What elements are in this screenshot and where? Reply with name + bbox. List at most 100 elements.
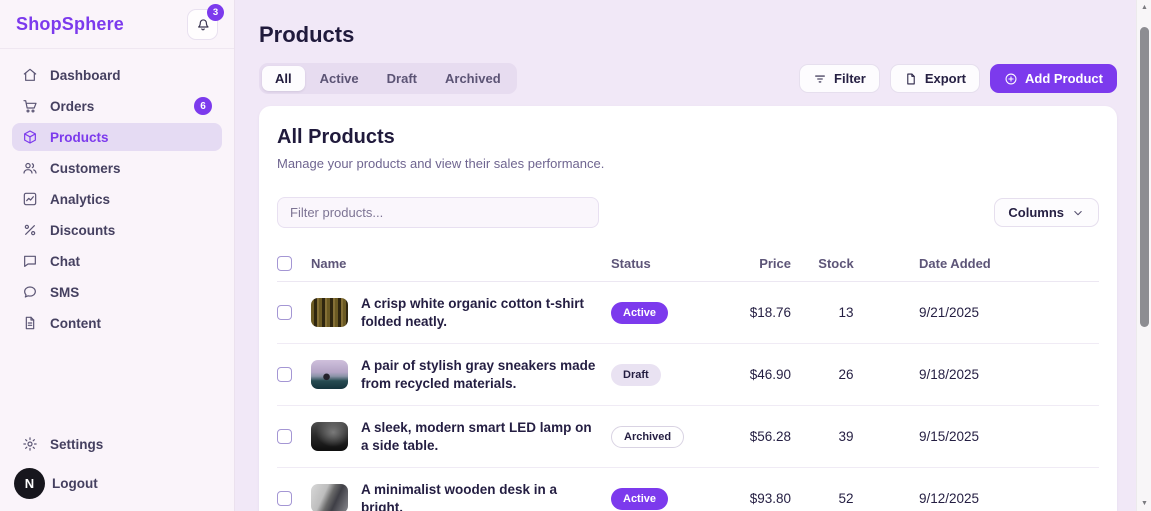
status-cell: Active xyxy=(611,488,721,510)
row-checkbox[interactable] xyxy=(277,305,292,320)
stock-cell: 26 xyxy=(801,367,891,382)
products-card: All Products Manage your products and vi… xyxy=(259,106,1117,511)
ellipsis-icon xyxy=(1075,491,1091,507)
sidebar-item-logout[interactable]: N Logout xyxy=(12,467,222,499)
add-product-button-label: Add Product xyxy=(1025,71,1103,86)
scrollbar-up-arrow[interactable]: ▲ xyxy=(1137,4,1151,11)
sms-bubble-icon xyxy=(22,284,38,300)
app: ShopSphere 3 Dashboard Orders 6 Products xyxy=(0,0,1151,511)
percent-icon xyxy=(22,222,38,238)
stock-cell: 52 xyxy=(801,491,891,506)
tab-archived[interactable]: Archived xyxy=(432,66,514,91)
column-header-price: Price xyxy=(721,256,801,271)
status-tabs: All Active Draft Archived xyxy=(259,63,517,94)
notification-bell-button[interactable]: 3 xyxy=(187,9,218,40)
filter-products-input[interactable] xyxy=(277,197,599,228)
columns-dropdown-button[interactable]: Columns xyxy=(994,198,1099,227)
plus-circle-icon xyxy=(1004,72,1018,86)
row-actions-button[interactable] xyxy=(1071,363,1095,387)
actions-cell xyxy=(1066,487,1099,511)
actions-cell xyxy=(1066,425,1099,449)
sort-icon[interactable] xyxy=(861,257,874,270)
gear-icon xyxy=(22,436,38,452)
card-toolbar: Columns xyxy=(277,197,1099,228)
product-name: A sleek, modern smart LED lamp on a side… xyxy=(361,419,611,454)
toolbar-actions: Filter Export Add Product xyxy=(799,64,1117,93)
price-cell: $56.28 xyxy=(721,429,801,444)
stock-cell: 39 xyxy=(801,429,891,444)
sidebar-item-customers[interactable]: Customers xyxy=(12,154,222,182)
sidebar-item-dashboard[interactable]: Dashboard xyxy=(12,61,222,89)
filter-button[interactable]: Filter xyxy=(799,64,880,93)
sidebar-item-label: Chat xyxy=(50,254,80,269)
sidebar-item-label: Dashboard xyxy=(50,68,121,83)
sidebar-item-discounts[interactable]: Discounts xyxy=(12,216,222,244)
bell-icon xyxy=(195,16,211,32)
actions-cell xyxy=(1066,301,1099,325)
date-added-cell: 9/21/2025 xyxy=(891,305,1066,320)
sidebar-item-analytics[interactable]: Analytics xyxy=(12,185,222,213)
users-icon xyxy=(22,160,38,176)
column-header-stock[interactable]: Stock xyxy=(801,256,891,271)
table-row: A crisp white organic cotton t-shirt fol… xyxy=(277,282,1099,344)
sidebar-item-chat[interactable]: Chat xyxy=(12,247,222,275)
file-icon xyxy=(904,72,918,86)
status-cell: Active xyxy=(611,302,721,324)
products-table: Name Status Price Stock Date Added xyxy=(277,246,1099,511)
sidebar-item-content[interactable]: Content xyxy=(12,309,222,337)
ellipsis-icon xyxy=(1075,429,1091,445)
sidebar-item-sms[interactable]: SMS xyxy=(12,278,222,306)
product-thumbnail xyxy=(311,422,348,451)
date-added-cell: 9/15/2025 xyxy=(891,429,1066,444)
scrollbar-thumb[interactable] xyxy=(1140,27,1149,327)
column-header-date-added[interactable]: Date Added xyxy=(891,256,1066,271)
tab-active[interactable]: Active xyxy=(307,66,372,91)
app-logo: ShopSphere xyxy=(16,14,124,35)
vertical-scrollbar[interactable]: ▲ ▼ xyxy=(1136,0,1151,511)
sidebar-footer: Settings N Logout xyxy=(12,430,222,499)
status-badge: Archived xyxy=(611,426,684,448)
price-cell: $18.76 xyxy=(721,305,801,320)
sidebar: ShopSphere 3 Dashboard Orders 6 Products xyxy=(0,0,235,511)
sidebar-item-orders[interactable]: Orders 6 xyxy=(12,92,222,120)
sidebar-item-settings[interactable]: Settings xyxy=(12,430,222,458)
cart-icon xyxy=(22,98,38,114)
select-all-checkbox[interactable] xyxy=(277,256,292,271)
export-button[interactable]: Export xyxy=(890,64,980,93)
document-icon xyxy=(22,315,38,331)
home-icon xyxy=(22,67,38,83)
user-avatar[interactable]: N xyxy=(14,468,45,499)
box-icon xyxy=(22,129,38,145)
logout-label: Logout xyxy=(52,476,98,491)
column-header-status: Status xyxy=(611,256,721,271)
row-actions-button[interactable] xyxy=(1071,301,1095,325)
filter-button-label: Filter xyxy=(834,71,866,86)
add-product-button[interactable]: Add Product xyxy=(990,64,1117,93)
row-checkbox[interactable] xyxy=(277,429,292,444)
tab-all[interactable]: All xyxy=(262,66,305,91)
row-checkbox[interactable] xyxy=(277,367,292,382)
chevron-down-icon xyxy=(1071,206,1085,220)
notification-count-badge: 3 xyxy=(207,4,224,21)
export-button-label: Export xyxy=(925,71,966,86)
row-actions-button[interactable] xyxy=(1071,425,1095,449)
card-title: All Products xyxy=(277,126,1099,149)
table-header-row: Name Status Price Stock Date Added xyxy=(277,246,1099,282)
price-cell: $46.90 xyxy=(721,367,801,382)
status-badge: Active xyxy=(611,488,668,510)
sidebar-item-label: Content xyxy=(50,316,101,331)
chart-icon xyxy=(22,191,38,207)
product-thumbnail xyxy=(311,298,348,327)
sidebar-item-products[interactable]: Products xyxy=(12,123,222,151)
sort-icon[interactable] xyxy=(1000,257,1013,270)
product-name: A pair of stylish gray sneakers made fro… xyxy=(361,357,611,392)
sidebar-item-label: Customers xyxy=(50,161,121,176)
product-thumbnail xyxy=(311,360,348,389)
actions-cell xyxy=(1066,363,1099,387)
scrollbar-down-arrow[interactable]: ▼ xyxy=(1137,500,1151,507)
row-checkbox[interactable] xyxy=(277,491,292,506)
row-actions-button[interactable] xyxy=(1071,487,1095,511)
product-name: A minimalist wooden desk in a bright, xyxy=(361,481,611,511)
stock-cell: 13 xyxy=(801,305,891,320)
tab-draft[interactable]: Draft xyxy=(374,66,430,91)
